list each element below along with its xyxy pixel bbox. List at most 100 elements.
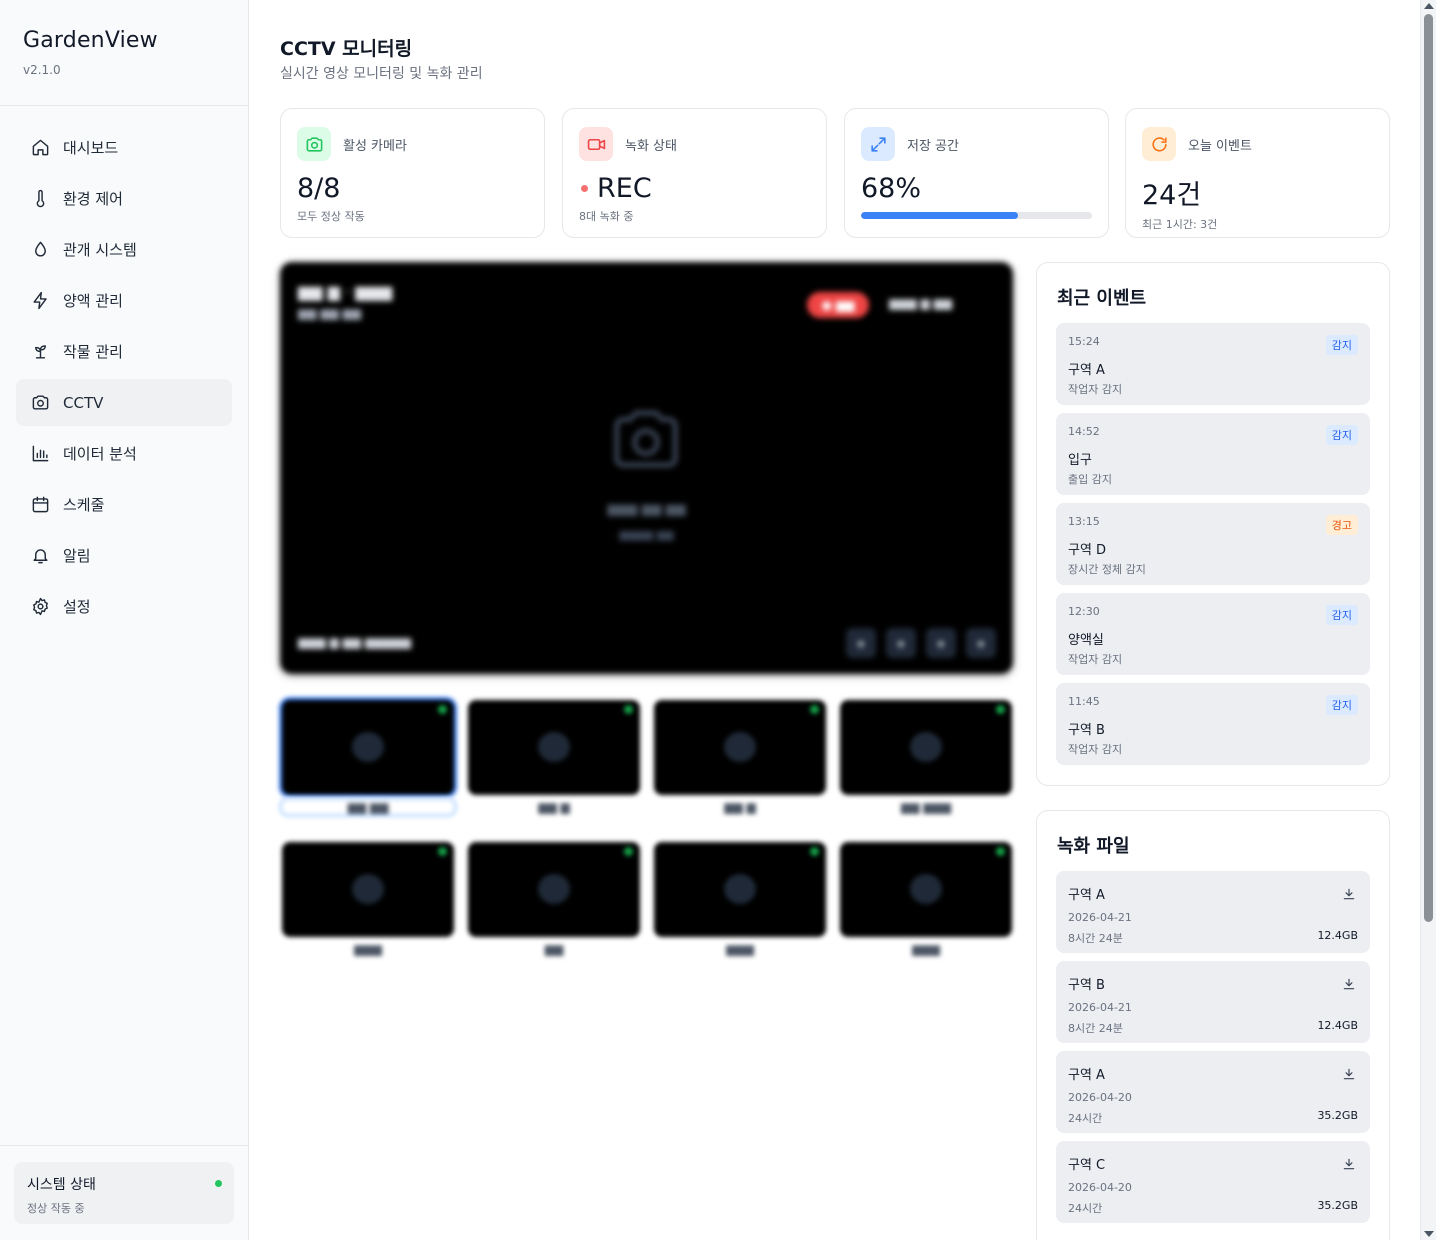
stat-value-text: 8/8	[297, 173, 341, 204]
live-rec-badge: ● ▆▆	[807, 292, 869, 318]
event-badge: 감지	[1325, 605, 1358, 625]
app-name[interactable]: GardenView	[23, 28, 248, 53]
main-video-player[interactable]: ▆▆ ▆ · ▆▆▆ ▆▆ ▆▆ ▆▆ ● ▆▆ ▆▆▆ ▆ ▆▆ ▆▆▆ ▆▆…	[280, 262, 1013, 674]
sidebar-item-crops[interactable]: 작물 관리	[16, 328, 232, 375]
recording-size: 12.4GB	[1317, 929, 1358, 942]
sidebar-item-dashboard[interactable]: 대시보드	[16, 124, 232, 171]
event-item[interactable]: 15:24 구역 A 작업자 감지 감지	[1056, 323, 1370, 405]
event-item[interactable]: 12:30 양액실 작업자 감지 감지	[1056, 593, 1370, 675]
recording-item[interactable]: 구역 A 2026-04-21 8시간 24분 12.4GB	[1056, 871, 1370, 953]
event-zone: 구역 A	[1068, 363, 1105, 378]
camera-thumbnail[interactable]: ▆▆ ▆▆	[282, 700, 454, 828]
sidebar-item-label: 관개 시스템	[63, 241, 137, 259]
app-root: GardenView v2.1.0 대시보드 환경 제어 관개 시스템 양액 관…	[0, 0, 1436, 1240]
page-subtitle: 실시간 영상 모니터링 및 녹화 관리	[280, 66, 483, 82]
stat-value: REC	[579, 173, 810, 204]
status-indicator	[215, 1180, 222, 1187]
camera-thumbnail[interactable]: ▆▆▆	[840, 842, 1012, 970]
camera-thumbnail[interactable]: ▆▆	[468, 842, 640, 970]
sidebar-item-label: 대시보드	[63, 139, 119, 157]
thumbnail-screen	[840, 700, 1012, 795]
stat-value-text: 24건	[1142, 180, 1202, 211]
event-description: 출입 감지	[1068, 473, 1112, 486]
recording-zone: 구역 C	[1068, 1158, 1106, 1173]
stat-card-recording: 녹화 상태 REC 8대 녹화 중	[562, 108, 827, 238]
stat-label: 저장 공간	[907, 138, 959, 154]
event-item[interactable]: 13:15 구역 D 장시간 정체 감지 경고	[1056, 503, 1370, 585]
download-icon[interactable]	[1342, 976, 1356, 990]
stat-value-text: 68%	[861, 173, 922, 204]
download-icon[interactable]	[1342, 1066, 1356, 1080]
sidebar-item-analytics[interactable]: 데이터 분석	[16, 430, 232, 477]
event-description: 작업자 감지	[1068, 653, 1123, 666]
sidebar-item-environment[interactable]: 환경 제어	[16, 175, 232, 222]
video-control-button[interactable]: ▪	[846, 628, 876, 658]
camera-icon	[724, 874, 756, 904]
live-indicator	[810, 847, 819, 856]
sidebar-item-settings[interactable]: 설정	[16, 583, 232, 630]
recording-date: 2026-04-20	[1068, 1091, 1132, 1104]
camera-icon	[538, 874, 570, 904]
camera-icon	[910, 732, 942, 762]
video-resolution: ▆▆▆ ▆ ▆▆	[889, 296, 952, 310]
scroll-up-arrow-icon[interactable]	[1424, 3, 1434, 9]
sidebar-item-label: 스케줄	[63, 496, 105, 514]
stat-value-text: REC	[597, 173, 652, 204]
stat-value: 24건	[1142, 173, 1373, 212]
recording-zone: 구역 A	[1068, 1068, 1105, 1083]
event-item[interactable]: 14:52 입구 출입 감지 감지	[1056, 413, 1370, 495]
recording-item[interactable]: 구역 C 2026-04-20 24시간 35.2GB	[1056, 1141, 1370, 1223]
settings-icon	[30, 597, 50, 617]
page-scrollbar[interactable]	[1420, 0, 1436, 1240]
camera-thumbnail[interactable]: ▆▆ ▆	[654, 700, 826, 828]
camera-thumbnail[interactable]: ▆▆ ▆	[468, 700, 640, 828]
video-control-button[interactable]: ▪	[886, 628, 916, 658]
storage-progress	[861, 212, 1092, 219]
recording-date: 2026-04-21	[1068, 911, 1132, 924]
stat-value: 8/8	[297, 173, 528, 204]
live-indicator	[624, 705, 633, 714]
camera-thumbnail[interactable]: ▆▆▆	[282, 842, 454, 970]
sidebar-item-nutrient[interactable]: 양액 관리	[16, 277, 232, 324]
event-zone: 구역 D	[1068, 543, 1107, 558]
thumbnail-screen	[840, 842, 1012, 937]
event-item[interactable]: 11:45 구역 B 작업자 감지 감지	[1056, 683, 1370, 765]
thumbnail-screen	[282, 700, 454, 795]
recording-item[interactable]: 구역 B 2026-04-21 8시간 24분 12.4GB	[1056, 961, 1370, 1043]
home-icon	[30, 138, 50, 158]
download-icon[interactable]	[1342, 886, 1356, 900]
thumbnail-screen	[468, 700, 640, 795]
recording-size: 35.2GB	[1317, 1109, 1358, 1122]
video-control-button[interactable]: ▪	[926, 628, 956, 658]
event-time: 14:52	[1068, 425, 1100, 438]
recording-item[interactable]: 구역 A 2026-04-20 24시간 35.2GB	[1056, 1051, 1370, 1133]
recording-size: 12.4GB	[1317, 1019, 1358, 1032]
thumbnail-label: ▆▆ ▆	[724, 800, 756, 814]
camera-icon	[352, 732, 384, 762]
event-badge: 감지	[1325, 695, 1358, 715]
video-control-button[interactable]: ▪	[966, 628, 996, 658]
storage-progress-fill	[861, 212, 1019, 219]
sidebar-item-cctv[interactable]: CCTV	[16, 379, 232, 426]
zap-icon	[30, 291, 50, 311]
stat-label: 녹화 상태	[625, 138, 677, 154]
thumbnail-label: ▆▆▆	[354, 942, 382, 956]
thumbnail-label: ▆▆ ▆▆	[282, 800, 454, 814]
scrollbar-thumb[interactable]	[1424, 14, 1433, 922]
rec-indicator	[581, 185, 588, 192]
thumbnail-screen	[282, 842, 454, 937]
sidebar-item-schedule[interactable]: 스케줄	[16, 481, 232, 528]
event-zone: 구역 B	[1068, 723, 1105, 738]
system-status-title: 시스템 상태	[27, 1177, 96, 1193]
camera-thumbnail[interactable]: ▆▆ ▆▆▆	[840, 700, 1012, 828]
brand: GardenView v2.1.0	[0, 0, 248, 106]
sidebar-item-irrigation[interactable]: 관개 시스템	[16, 226, 232, 273]
camera-thumbnail[interactable]: ▆▆▆	[654, 842, 826, 970]
sidebar-item-alerts[interactable]: 알림	[16, 532, 232, 579]
main-content: CCTV 모니터링 실시간 영상 모니터링 및 녹화 관리 활성 카메라 8/8…	[250, 0, 1420, 1240]
camera-icon	[30, 393, 50, 413]
droplet-icon	[30, 240, 50, 260]
expand-icon	[861, 127, 895, 161]
scroll-down-arrow-icon[interactable]	[1424, 1231, 1434, 1237]
download-icon[interactable]	[1342, 1156, 1356, 1170]
